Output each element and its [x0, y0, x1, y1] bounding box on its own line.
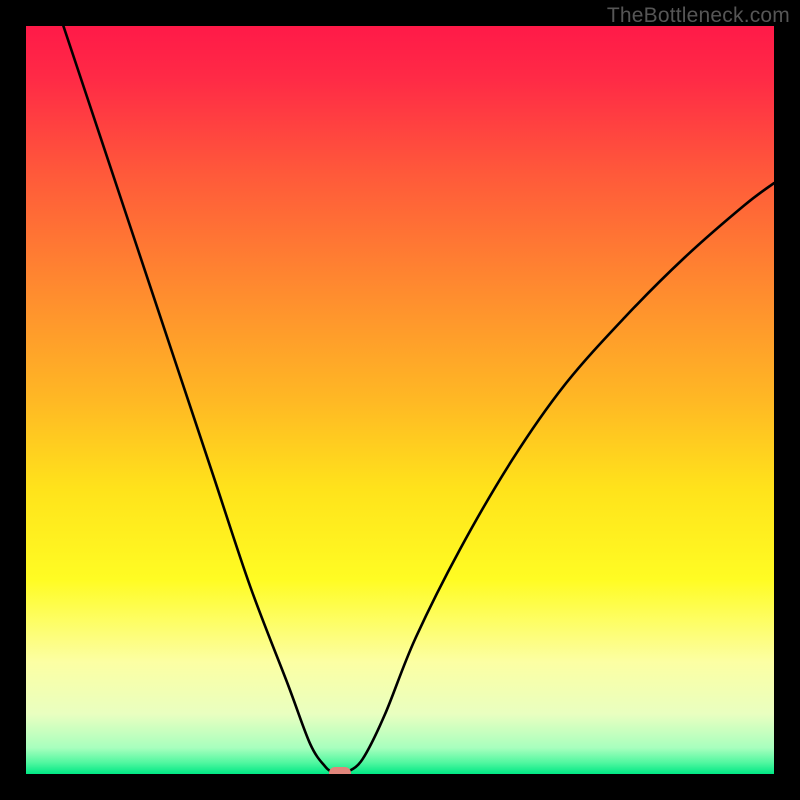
watermark-text: TheBottleneck.com: [607, 4, 790, 28]
chart-frame: TheBottleneck.com: [0, 0, 800, 800]
optimal-point-marker: [329, 767, 351, 775]
plot-area: [26, 26, 774, 774]
bottleneck-curve: [26, 26, 774, 774]
